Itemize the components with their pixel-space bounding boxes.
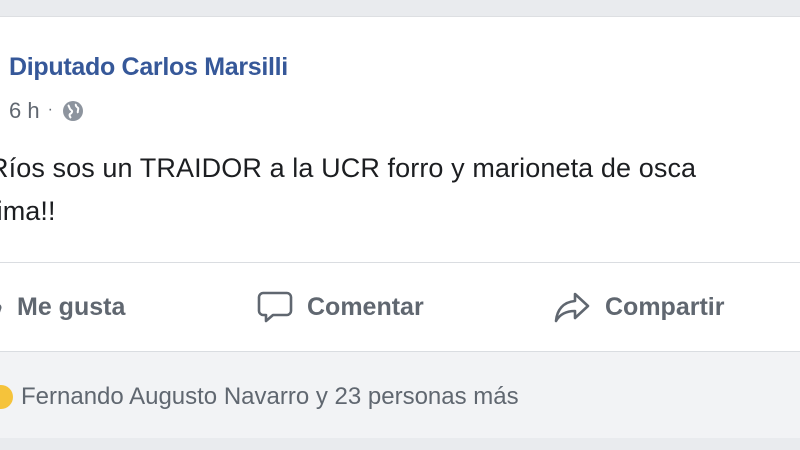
meta-separator: · [47,101,53,118]
post-author-name[interactable]: Diputado Carlos Marsilli [9,53,288,82]
post-message-line: Ríos sos un TRAIDOR a la UCR forro y mar… [0,153,697,183]
post-actions-bar: Me gusta Comentar Compartir [0,263,800,351]
feed-background-top [0,0,800,16]
reaction-emoji-icon [0,385,13,409]
share-arrow-icon [553,289,591,325]
share-label: Compartir [605,292,725,321]
post-card: Diputado Carlos Marsilli 6 h · Ríos sos … [0,16,800,439]
reactions-section: Fernando Augusto Navarro y 23 personas m… [0,351,800,439]
post-timestamp[interactable]: 6 h [9,98,40,124]
post-message: Ríos sos un TRAIDOR a la UCR forro y mar… [0,147,800,233]
thumbs-up-icon [0,294,3,320]
comment-label: Comentar [307,292,424,321]
comment-button[interactable]: Comentar [257,263,424,351]
like-label: Me gusta [17,292,126,321]
share-button[interactable]: Compartir [553,263,724,351]
speech-bubble-icon [257,289,293,325]
globe-icon[interactable] [61,99,85,123]
post-meta: 6 h · [9,97,85,125]
like-button[interactable]: Me gusta [0,263,125,351]
reactions-summary[interactable]: Fernando Augusto Navarro y 23 personas m… [0,380,519,414]
post-message-line: tima!! [0,196,56,226]
feed-background-bottom [0,438,800,450]
reactions-text[interactable]: Fernando Augusto Navarro y 23 personas m… [21,383,519,411]
